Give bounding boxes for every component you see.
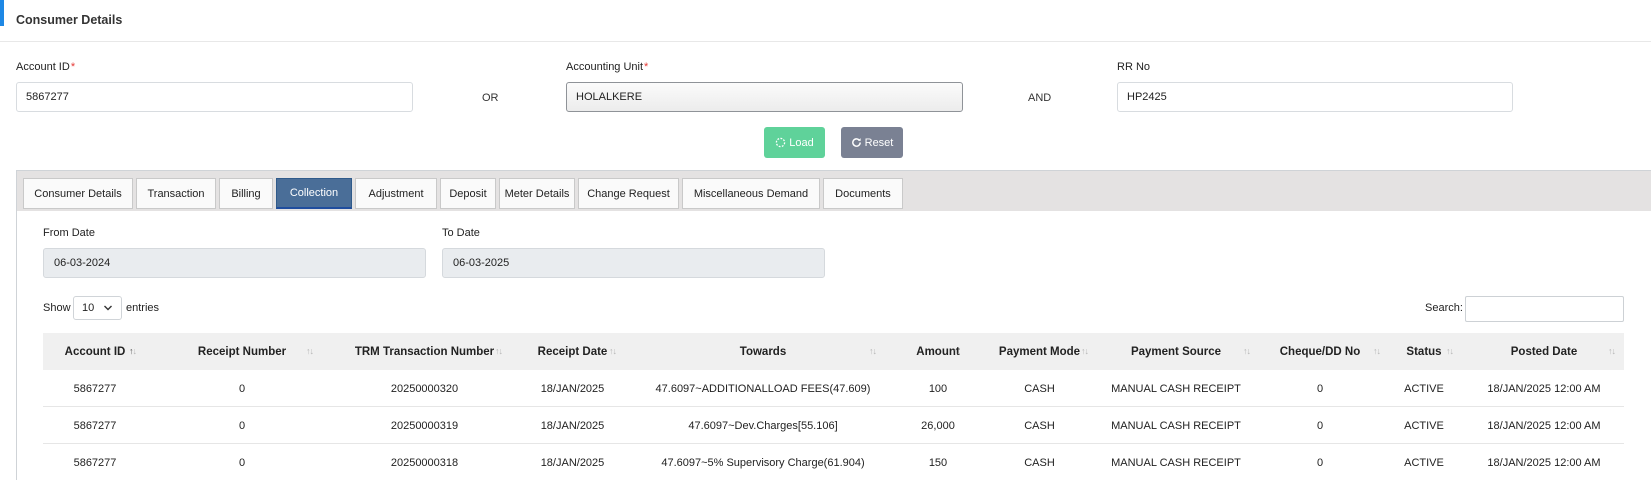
accounting-unit-label: Accounting Unit*: [566, 61, 649, 73]
rr-no-input[interactable]: HP2425: [1117, 82, 1513, 112]
cell-status: ACTIVE: [1404, 456, 1444, 469]
cell-posted-date: 18/JAN/2025 12:00 AM: [1487, 419, 1601, 432]
cell-trm-transaction-number: 20250000319: [390, 419, 459, 432]
cell-payment-source: MANUAL CASH RECEIPT: [1111, 382, 1241, 395]
from-date-input[interactable]: 06-03-2024: [43, 248, 426, 278]
cell-status: ACTIVE: [1404, 419, 1444, 432]
to-date-input[interactable]: 06-03-2025: [442, 248, 825, 278]
cell-trm-transaction-number: 20250000318: [390, 456, 459, 469]
tab-deposit[interactable]: Deposit: [440, 178, 496, 209]
account-id-input[interactable]: 5867277: [16, 82, 413, 112]
cell-receipt-date: 18/JAN/2025: [540, 382, 605, 395]
sort-asc-icon[interactable]: ↑↓: [129, 346, 137, 356]
sort-arrows-icon[interactable]: ↑↓: [1081, 346, 1089, 356]
table-row: 5867277 0 20250000320 18/JAN/2025 47.609…: [43, 370, 1624, 407]
tab-consumer-details[interactable]: Consumer Details: [23, 178, 133, 209]
account-id-label: Account ID*: [16, 61, 76, 73]
cell-receipt-date: 18/JAN/2025: [540, 456, 605, 469]
spinner-icon: [775, 137, 786, 148]
and-separator: AND: [1028, 92, 1052, 104]
header-accent-bar: [0, 0, 4, 26]
reset-button-label: Reset: [864, 136, 894, 149]
column-header-payment-source[interactable]: Payment Source: [1096, 333, 1256, 370]
column-header-trm-transaction-number[interactable]: TRM Transaction Number: [337, 333, 512, 370]
tab-meter-details[interactable]: Meter Details: [499, 178, 575, 209]
tab-miscellaneous-demand[interactable]: Miscellaneous Demand: [682, 178, 820, 209]
from-date-label: From Date: [43, 227, 95, 239]
cell-amount: 100: [928, 382, 948, 395]
table-header: Account ID ↑↓ Receipt Number ↑↓ TRM Tran…: [43, 333, 1624, 370]
tab-transaction[interactable]: Transaction: [136, 178, 216, 209]
sort-arrows-icon[interactable]: ↑↓: [1243, 346, 1251, 356]
cell-payment-mode: CASH: [1024, 419, 1055, 432]
cell-payment-mode: CASH: [1024, 382, 1055, 395]
cell-payment-mode: CASH: [1024, 456, 1055, 469]
sort-arrows-icon[interactable]: ↑↓: [495, 346, 503, 356]
cell-payment-source: MANUAL CASH RECEIPT: [1111, 419, 1241, 432]
cell-towards: 47.6097~ADDITIONALLOAD FEES(47.609): [655, 382, 871, 395]
page-header: Consumer Details: [0, 0, 1651, 42]
cell-account-id: 5867277: [73, 382, 117, 395]
cell-cheque-dd-no: 0: [1316, 382, 1324, 395]
cell-towards: 47.6097~5% Supervisory Charge(61.904): [661, 456, 865, 469]
search-label: Search:: [1425, 302, 1463, 314]
sort-arrows-icon[interactable]: ↑↓: [1446, 346, 1454, 356]
page-title: Consumer Details: [16, 13, 123, 27]
column-header-towards[interactable]: Towards: [633, 333, 893, 370]
sort-arrows-icon[interactable]: ↑↓: [1373, 346, 1381, 356]
tab-billing[interactable]: Billing: [219, 178, 273, 209]
cell-amount: 26,000: [921, 419, 955, 432]
cell-receipt-number: 0: [238, 382, 246, 395]
chevron-down-icon: [104, 305, 112, 311]
cell-receipt-date: 18/JAN/2025: [540, 419, 605, 432]
cell-receipt-number: 0: [238, 456, 246, 469]
table-row: 5867277 0 20250000318 18/JAN/2025 47.609…: [43, 444, 1624, 480]
accounting-unit-select[interactable]: HOLALKERE: [566, 82, 963, 112]
cell-amount: 150: [928, 456, 948, 469]
sort-arrows-icon[interactable]: ↑↓: [869, 346, 877, 356]
reset-button[interactable]: Reset: [841, 127, 903, 158]
entries-label: entries: [126, 302, 160, 314]
tab-change-request[interactable]: Change Request: [578, 178, 679, 209]
cell-posted-date: 18/JAN/2025 12:00 AM: [1487, 456, 1601, 469]
show-label: Show: [43, 302, 71, 314]
table-row: 5867277 0 20250000319 18/JAN/2025 47.609…: [43, 407, 1624, 444]
tab-documents[interactable]: Documents: [823, 178, 903, 209]
cell-account-id: 5867277: [73, 419, 117, 432]
sort-arrows-icon[interactable]: ↑↓: [1608, 346, 1616, 356]
sort-arrows-icon[interactable]: ↑↓: [609, 346, 617, 356]
to-date-label: To Date: [442, 227, 480, 239]
column-header-payment-mode[interactable]: Payment Mode: [983, 333, 1096, 370]
cell-account-id: 5867277: [73, 456, 117, 469]
column-header-cheque-dd-no[interactable]: Cheque/DD No: [1256, 333, 1384, 370]
cell-cheque-dd-no: 0: [1316, 419, 1324, 432]
tab-bar: Consumer Details Transaction Billing Col…: [17, 171, 1651, 211]
table-search-input[interactable]: [1465, 296, 1624, 322]
column-header-posted-date[interactable]: Posted Date: [1464, 333, 1624, 370]
or-separator: OR: [482, 92, 499, 104]
load-button-label: Load: [789, 136, 814, 149]
column-header-amount[interactable]: Amount: [893, 333, 983, 370]
cell-posted-date: 18/JAN/2025 12:00 AM: [1487, 382, 1601, 395]
sort-arrows-icon[interactable]: ↑↓: [306, 346, 314, 356]
cell-payment-source: MANUAL CASH RECEIPT: [1111, 456, 1241, 469]
cell-towards: 47.6097~Dev.Charges[55.106]: [688, 419, 838, 432]
cell-trm-transaction-number: 20250000320: [390, 382, 459, 395]
rr-no-label: RR No: [1117, 61, 1151, 73]
load-button[interactable]: Load: [764, 127, 825, 158]
cell-cheque-dd-no: 0: [1316, 456, 1324, 469]
cell-receipt-number: 0: [238, 419, 246, 432]
refresh-icon: [851, 138, 861, 147]
page-length-select[interactable]: 10: [73, 296, 122, 320]
tab-collection[interactable]: Collection: [276, 178, 352, 209]
tab-adjustment[interactable]: Adjustment: [355, 178, 437, 209]
sort-arrows-icon[interactable]: ↑↓: [953, 346, 961, 356]
cell-status: ACTIVE: [1404, 382, 1444, 395]
page-length-value: 10: [82, 302, 95, 314]
